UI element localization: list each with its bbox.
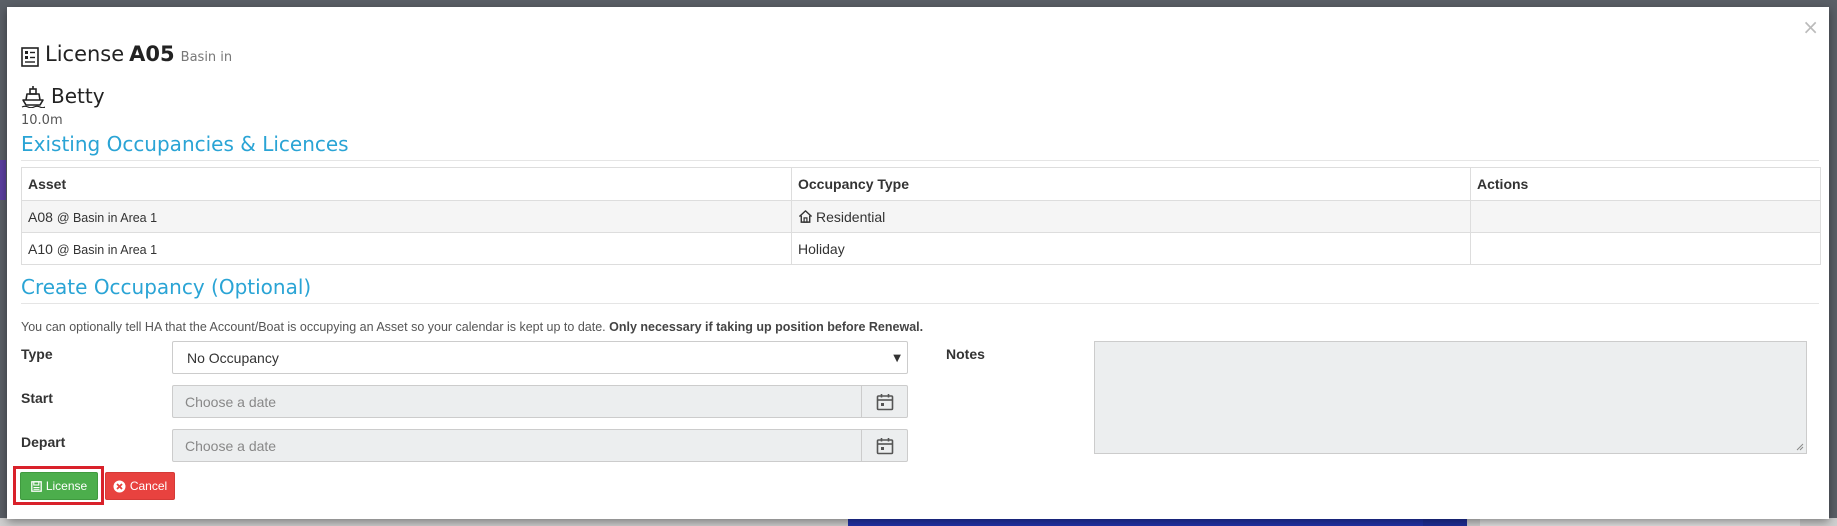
notes-textarea[interactable] (1094, 341, 1807, 454)
ship-icon (21, 86, 45, 108)
calendar-icon (876, 437, 893, 454)
boat-heading: Betty (21, 82, 105, 110)
occupancy-type-select[interactable]: No Occupancy ▼ (172, 341, 908, 374)
depart-date-input[interactable]: Choose a date (172, 429, 862, 462)
cancel-button-label: Cancel (129, 479, 168, 493)
actions-cell (1470, 200, 1821, 233)
modal-title: License A05 Basin in (21, 42, 232, 72)
column-header-occupancy-type: Occupancy Type (791, 167, 1471, 201)
column-header-asset: Asset (21, 167, 792, 201)
license-modal: × License A05 Basin in Betty 10.0m Exist… (7, 7, 1829, 519)
asset-location: @ Basin in Area 1 (56, 210, 158, 225)
background-page (0, 518, 1837, 526)
license-button[interactable]: License (20, 472, 98, 500)
asset-code: A10 (28, 240, 53, 257)
depart-calendar-button[interactable] (861, 429, 908, 462)
asset-cell: A08 @ Basin in Area 1 (21, 200, 792, 233)
house-icon (798, 209, 813, 223)
calendar-icon (876, 393, 893, 410)
asset-location: @ Basin in Area 1 (56, 242, 158, 257)
asset-cell: A10 @ Basin in Area 1 (21, 232, 792, 265)
table-header-row: Asset Occupancy Type Actions (21, 167, 1821, 201)
occupancy-type-cell: Residential (791, 200, 1471, 233)
occupancy-type: Holiday (798, 240, 845, 257)
help-text: You can optionally tell HA that the Acco… (21, 320, 923, 334)
cancel-circle-icon (113, 480, 126, 492)
title-prefix: License (45, 42, 125, 66)
type-label: Type (21, 346, 53, 362)
license-document-icon (21, 47, 39, 67)
asset-code: A08 (28, 208, 53, 225)
section-divider (21, 160, 1819, 161)
boat-name: Betty (51, 84, 105, 108)
start-calendar-button[interactable] (861, 385, 908, 418)
start-label: Start (21, 390, 53, 406)
close-button[interactable]: × (1802, 17, 1819, 37)
help-text-main: You can optionally tell HA that the Acco… (21, 320, 606, 334)
license-code: A05 (129, 42, 175, 66)
occupancies-table: Asset Occupancy Type Actions A08 @ Basin… (21, 167, 1821, 265)
boat-length: 10.0m (21, 113, 63, 128)
start-date-input[interactable]: Choose a date (172, 385, 862, 418)
create-occupancy-heading: Create Occupancy (Optional) (21, 275, 312, 299)
section-divider (21, 303, 1819, 304)
cancel-button[interactable]: Cancel (105, 472, 175, 500)
basin-name: Basin in (180, 50, 233, 65)
occupancy-type-cell: Holiday (791, 232, 1471, 265)
license-button-label: License (45, 479, 88, 493)
occupancy-type: Residential (816, 208, 886, 225)
table-row: A08 @ Basin in Area 1 Residential (21, 200, 1821, 233)
actions-cell (1470, 232, 1821, 265)
help-text-emphasis: Only necessary if taking up position bef… (609, 320, 924, 334)
existing-occupancies-heading: Existing Occupancies & Licences (21, 132, 349, 156)
depart-label: Depart (21, 434, 66, 450)
notes-label: Notes (946, 346, 985, 362)
table-row: A10 @ Basin in Area 1 Holiday (21, 232, 1821, 265)
dropdown-caret-icon: ▼ (893, 353, 901, 364)
resize-grip-icon[interactable] (1796, 443, 1804, 451)
background-strip (0, 160, 6, 200)
column-header-actions: Actions (1470, 167, 1821, 201)
occupancy-type-selected: No Occupancy (187, 349, 279, 366)
save-icon (30, 480, 42, 492)
